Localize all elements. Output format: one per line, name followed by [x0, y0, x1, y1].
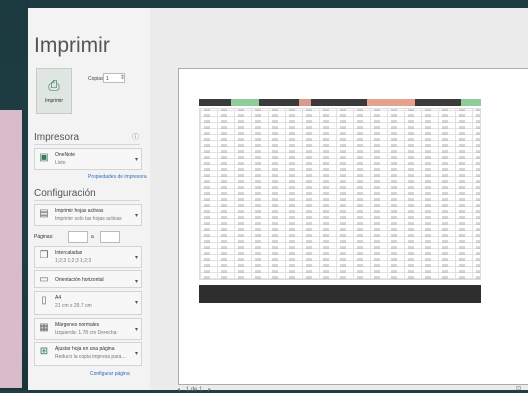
print-backstage: Imprimir ⎙ Imprimir Copias: 1 ⇕ Impresor…	[28, 8, 528, 393]
chevron-down-icon: ▾	[134, 351, 138, 357]
chevron-down-icon: ▾	[134, 327, 138, 333]
printer-device-icon: ▣	[39, 152, 49, 163]
print-button[interactable]: ⎙ Imprimir	[36, 68, 72, 114]
pages-to-label: a	[91, 234, 94, 240]
orientation-label: Orientación horizontal	[55, 277, 104, 283]
scaling-select[interactable]: ⊞ Ajustar hoja en una página Reducir la …	[34, 342, 142, 366]
print-what-desc: Imprimir solo las hojas activas	[55, 216, 122, 222]
scaling-label: Ajustar hoja en una página	[55, 346, 115, 352]
copies-spinner-icon[interactable]: ⇕	[120, 74, 125, 81]
paper-icon: ▯	[41, 295, 47, 306]
print-what-label: Imprimir hojas activas	[55, 208, 104, 214]
preview-header-highlight	[299, 99, 311, 106]
preview-data-grid	[199, 108, 481, 280]
pages-from-input[interactable]	[68, 231, 88, 243]
orientation-select[interactable]: ▭ Orientación horizontal ▾	[34, 270, 142, 288]
landscape-icon: ▭	[39, 274, 49, 285]
prev-page-button[interactable]: ◂	[177, 387, 180, 393]
print-settings-panel: Imprimir ⎙ Imprimir Copias: 1 ⇕ Impresor…	[28, 8, 148, 390]
settings-heading: Configuración	[34, 188, 96, 199]
next-page-button[interactable]: ▸	[208, 387, 211, 393]
desktop-side-card	[0, 110, 22, 388]
divider	[34, 144, 140, 145]
page-title: Imprimir	[34, 34, 110, 57]
preview-header-highlight	[231, 99, 259, 106]
zoom-to-page-icon[interactable]: ⊡	[516, 385, 521, 392]
preview-header-highlight	[461, 99, 481, 106]
preview-header-highlight	[367, 99, 415, 106]
paper-size-select[interactable]: ▯ A4 21 cm x 29.7 cm ▾	[34, 291, 142, 315]
pages-label: Páginas:	[34, 234, 54, 240]
chevron-down-icon: ▾	[134, 300, 138, 306]
chevron-down-icon: ▾	[134, 213, 138, 219]
chevron-down-icon: ▾	[134, 279, 138, 285]
printer-select[interactable]: ▣ OneNote Listo ▾	[34, 148, 142, 170]
divider	[34, 200, 140, 201]
printer-icon: ⎙	[48, 77, 60, 93]
collation-desc: 1;2;3 1;2;3 1;2;3	[55, 258, 92, 264]
desktop-top-band	[0, 0, 528, 8]
margins-label: Márgenes normales	[55, 322, 100, 328]
collation-select[interactable]: ❐ Intercaladas 1;2;3 1;2;3 1;2;3 ▾	[34, 246, 142, 268]
chevron-down-icon: ▾	[134, 157, 138, 163]
margins-icon: ▦	[39, 322, 49, 333]
margins-select[interactable]: ▦ Márgenes normales Izquierda: 1.78 cm D…	[34, 318, 142, 340]
page-setup-link[interactable]: Configurar página	[90, 371, 130, 377]
info-icon[interactable]: ⓘ	[132, 132, 139, 142]
printer-status: Listo	[55, 160, 66, 166]
print-what-select[interactable]: ▤ Imprimir hojas activas Imprimir solo l…	[34, 204, 142, 226]
page-count: de 1	[190, 387, 203, 393]
collation-label: Intercaladas	[55, 250, 83, 256]
sheets-icon: ▤	[39, 208, 49, 219]
chevron-down-icon: ▾	[134, 255, 138, 261]
printer-heading: Impresora	[34, 132, 80, 143]
current-page[interactable]: 1	[186, 387, 189, 393]
fit-page-icon: ⊞	[39, 346, 49, 357]
printer-properties-link[interactable]: Propiedades de impresora	[88, 174, 147, 180]
preview-spreadsheet	[199, 99, 481, 303]
preview-footer-rows	[199, 285, 481, 303]
print-button-label: Imprimir	[44, 98, 64, 104]
print-preview-page	[178, 68, 528, 385]
collate-icon: ❐	[39, 250, 49, 261]
margins-desc: Izquierda: 1.78 cm Derecha:	[55, 330, 118, 336]
pages-to-input[interactable]	[100, 231, 120, 243]
paper-size-desc: 21 cm x 29.7 cm	[55, 303, 92, 309]
printer-name: OneNote	[55, 152, 76, 158]
scaling-desc: Reducir la copia impresa para...	[55, 354, 126, 360]
paper-size-label: A4	[55, 295, 62, 301]
